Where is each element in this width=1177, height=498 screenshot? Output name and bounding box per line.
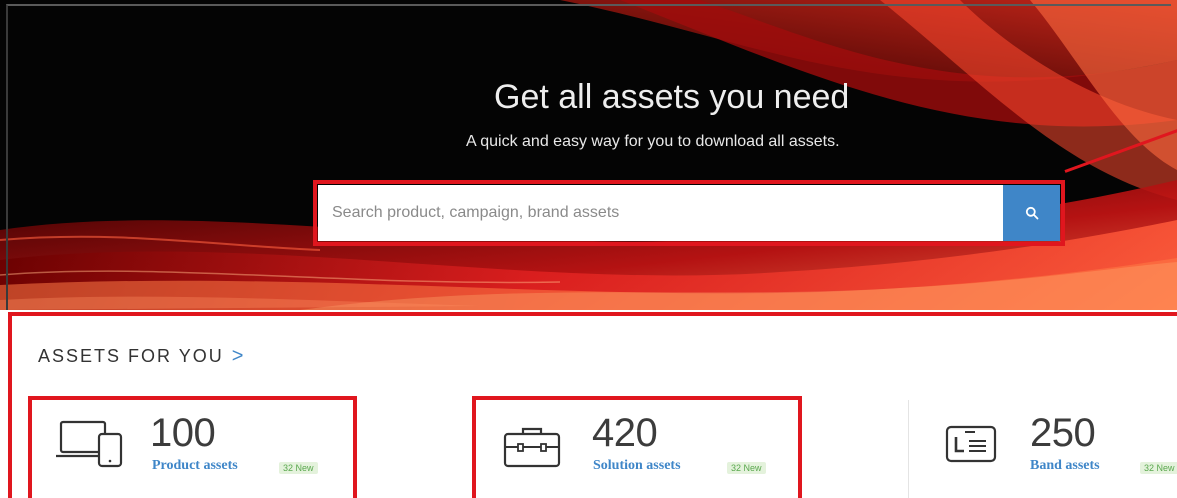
product-assets-link[interactable]: Product assets bbox=[152, 458, 238, 474]
card-divider bbox=[908, 400, 909, 498]
search-icon bbox=[1025, 206, 1038, 220]
solution-assets-link[interactable]: Solution assets bbox=[593, 458, 681, 474]
solution-assets-count: 420 bbox=[592, 411, 658, 455]
brand-new-badge: 32 New bbox=[1140, 462, 1177, 474]
brand-card-icon bbox=[945, 425, 997, 463]
assets-for-you-link[interactable]: ASSETS FOR YOU > bbox=[38, 345, 243, 368]
assets-heading-text: ASSETS FOR YOU bbox=[38, 346, 224, 366]
briefcase-icon bbox=[503, 427, 561, 468]
hero-title-container: Get all assets you need bbox=[494, 78, 894, 117]
solution-new-badge: 32 New bbox=[727, 462, 766, 474]
brand-assets-link[interactable]: Band assets bbox=[1030, 458, 1100, 474]
hero-subtitle: A quick and easy way for you to download… bbox=[466, 133, 840, 150]
product-new-badge: 32 New bbox=[279, 462, 318, 474]
hero-background-art bbox=[0, 0, 1177, 310]
laptop-tablet-icon bbox=[56, 420, 123, 468]
search-button[interactable] bbox=[1003, 185, 1060, 241]
search-input[interactable] bbox=[318, 185, 1004, 241]
hero-title: Get all assets you need bbox=[494, 78, 850, 116]
product-assets-count: 100 bbox=[150, 411, 216, 455]
brand-assets-count: 250 bbox=[1030, 411, 1096, 455]
hero-banner: Get all assets you need A quick and easy… bbox=[0, 0, 1177, 310]
chevron-right-icon: > bbox=[231, 345, 244, 367]
